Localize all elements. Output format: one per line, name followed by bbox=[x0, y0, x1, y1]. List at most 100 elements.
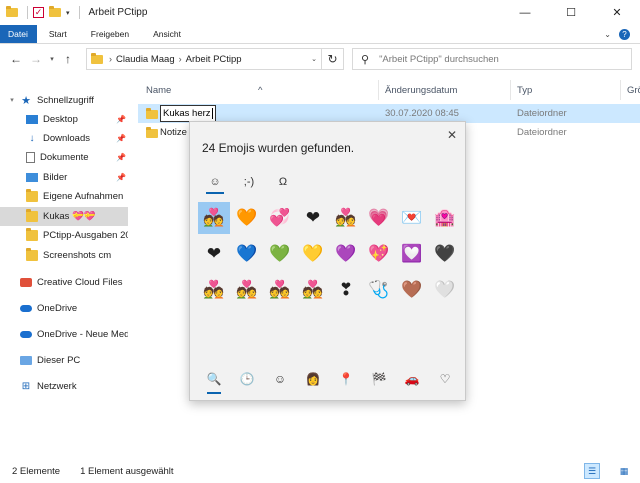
expand-arrow-icon[interactable]: ▾ bbox=[7, 96, 17, 104]
rename-input[interactable]: Kukas herz bbox=[160, 105, 216, 122]
emoji-cell[interactable]: 💑 bbox=[330, 202, 362, 234]
emoji-cell[interactable]: 💞 bbox=[264, 202, 296, 234]
sidebar-item-downloads[interactable]: ↓ Downloads bbox=[26, 129, 128, 148]
folder-icon bbox=[6, 6, 18, 17]
search-icon[interactable]: 🔍 bbox=[199, 364, 229, 394]
status-bar: 2 Elemente 1 Element ausgewählt ☰ ▦ bbox=[0, 459, 640, 483]
sidebar-item-label: Kukas 💝💝 bbox=[43, 211, 96, 222]
sidebar-item-netzwerk[interactable]: ⊞ Netzwerk bbox=[20, 377, 128, 396]
sidebar-item-label: Netzwerk bbox=[37, 381, 77, 392]
emoji-cell[interactable]: 🤎 bbox=[396, 274, 428, 306]
back-arrow-icon[interactable]: ← bbox=[6, 52, 26, 66]
navigation-pane: ▾ ★ Schnellzugriff Desktop 📌 ↓ Downloads… bbox=[0, 80, 128, 455]
emoji-cell[interactable]: 🏩 bbox=[429, 202, 461, 234]
emoji-cell[interactable]: 💑 bbox=[198, 202, 230, 234]
emoji-cell[interactable]: 💗 bbox=[363, 202, 395, 234]
column-header-date[interactable]: Änderungsdatum bbox=[385, 85, 457, 96]
sidebar-item-onedrive-neue-med[interactable]: OneDrive - Neue Med bbox=[20, 325, 128, 344]
emoji-cell[interactable]: 💑 bbox=[297, 274, 329, 306]
navigation-bar: ← → ▾ ↑ › Claudia Maag › Arbeit PCtipp ⌄… bbox=[0, 44, 640, 74]
tab-symbols[interactable]: Ω bbox=[266, 168, 300, 196]
emoji-cell[interactable]: 💖 bbox=[363, 238, 395, 270]
emoji-cell[interactable]: 💑 bbox=[231, 274, 263, 306]
breadcrumb-arbeit-pctipp[interactable]: Arbeit PCtipp bbox=[186, 54, 242, 65]
details-view-icon[interactable]: ☰ bbox=[584, 463, 600, 479]
emoji-cell[interactable]: 💑 bbox=[264, 274, 296, 306]
people-icon[interactable]: 👩 bbox=[298, 364, 328, 394]
customize-toolbar-icon[interactable]: ▾ bbox=[66, 9, 70, 17]
emoji-cell[interactable]: 💚 bbox=[264, 238, 296, 270]
emoji-cell[interactable]: ❣ bbox=[330, 274, 362, 306]
sidebar-item-eigene-aufnahmen[interactable]: Eigene Aufnahmen bbox=[26, 187, 128, 206]
emoji-cell[interactable]: ❤ bbox=[297, 202, 329, 234]
close-button[interactable]: ✕ bbox=[594, 0, 640, 25]
emoji-cell[interactable]: 🤍 bbox=[429, 274, 461, 306]
recent-icon[interactable]: 🕒 bbox=[232, 364, 262, 394]
sidebar-item-dieser-pc[interactable]: Dieser PC bbox=[20, 351, 128, 370]
help-icon[interactable]: ? bbox=[619, 28, 630, 40]
sidebar-item-kukas[interactable]: Kukas 💝💝 bbox=[0, 207, 128, 226]
column-divider[interactable] bbox=[378, 80, 379, 100]
column-header-size[interactable]: Grö bbox=[627, 85, 640, 96]
onedrive-icon bbox=[20, 331, 32, 338]
emoji-cell[interactable]: 💙 bbox=[231, 238, 263, 270]
large-icons-view-icon[interactable]: ▦ bbox=[616, 463, 632, 479]
minimize-button[interactable]: — bbox=[502, 0, 548, 25]
window-title: Arbeit PCtipp bbox=[88, 7, 148, 18]
tab-kaomoji[interactable]: ;-) bbox=[232, 168, 266, 196]
emoji-cell[interactable]: 🖤 bbox=[429, 238, 461, 270]
sidebar-item-label: Screenshots cm bbox=[43, 250, 112, 261]
place-icon[interactable]: 📍 bbox=[331, 364, 361, 394]
forward-arrow-icon[interactable]: → bbox=[26, 52, 46, 66]
flag-icon[interactable]: 🏁 bbox=[364, 364, 394, 394]
column-header-type[interactable]: Typ bbox=[517, 85, 532, 96]
sidebar-item-desktop[interactable]: Desktop bbox=[26, 110, 128, 129]
smiley-icon[interactable]: ☺ bbox=[265, 364, 295, 394]
sidebar-item-dokumente[interactable]: Dokumente bbox=[26, 148, 128, 167]
column-divider[interactable] bbox=[510, 80, 511, 100]
car-icon[interactable]: 🚗 bbox=[397, 364, 427, 394]
emoji-cell[interactable]: 💟 bbox=[396, 238, 428, 270]
tab-datei[interactable]: Datei bbox=[0, 25, 37, 43]
sidebar-item-bilder[interactable]: Bilder bbox=[26, 168, 128, 187]
search-input[interactable]: ⚲ "Arbeit PCtipp" durchsuchen bbox=[352, 48, 632, 70]
up-arrow-icon[interactable]: ↑ bbox=[58, 52, 78, 66]
sidebar-item-label: Schnellzugriff bbox=[37, 95, 94, 106]
refresh-button[interactable]: ↻ bbox=[322, 48, 344, 70]
breadcrumb-claudia-maag[interactable]: Claudia Maag bbox=[116, 54, 175, 65]
emoji-cell[interactable]: 💛 bbox=[297, 238, 329, 270]
heart-icon[interactable]: ♡ bbox=[430, 364, 460, 394]
properties-icon[interactable]: ✓ bbox=[33, 7, 44, 18]
sidebar-item-creative-cloud[interactable]: Creative Cloud Files bbox=[20, 273, 128, 292]
folder-icon bbox=[26, 189, 38, 202]
emoji-cell[interactable]: 🧡 bbox=[231, 202, 263, 234]
new-folder-icon[interactable] bbox=[49, 6, 61, 17]
emoji-cell[interactable]: 💜 bbox=[330, 238, 362, 270]
recent-locations-icon[interactable]: ▾ bbox=[46, 55, 58, 63]
expand-ribbon-icon[interactable]: ⌄ bbox=[604, 30, 611, 39]
folder-icon bbox=[146, 108, 158, 119]
sidebar-item-pctipp-ausgaben[interactable]: PCtipp-Ausgaben 20 bbox=[26, 226, 128, 245]
download-icon: ↓ bbox=[29, 133, 35, 144]
emoji-cell[interactable]: 💌 bbox=[396, 202, 428, 234]
address-dropdown-icon[interactable]: ⌄ bbox=[311, 55, 317, 63]
maximize-button[interactable]: ☐ bbox=[548, 0, 594, 25]
tab-freigeben[interactable]: Freigeben bbox=[79, 25, 141, 43]
sidebar-item-onedrive[interactable]: OneDrive bbox=[20, 299, 128, 318]
sidebar-item-schnellzugriff[interactable]: ★ Schnellzugriff bbox=[20, 91, 128, 110]
breadcrumb-separator[interactable]: › bbox=[109, 54, 112, 64]
sidebar-item-screenshots[interactable]: Screenshots cm bbox=[26, 246, 128, 265]
column-divider[interactable] bbox=[620, 80, 621, 100]
tab-ansicht[interactable]: Ansicht bbox=[141, 25, 193, 43]
emoji-cell[interactable]: ❤ bbox=[198, 238, 230, 270]
address-bar[interactable]: › Claudia Maag › Arbeit PCtipp ⌄ bbox=[86, 48, 322, 70]
column-header-name[interactable]: Name bbox=[146, 85, 171, 96]
emoji-cell[interactable]: 🩺 bbox=[363, 274, 395, 306]
emoji-cell[interactable]: 💑 bbox=[198, 274, 230, 306]
tab-emoji[interactable]: ☺ bbox=[198, 168, 232, 196]
pictures-icon bbox=[26, 173, 38, 182]
tab-start[interactable]: Start bbox=[37, 25, 79, 43]
breadcrumb-separator[interactable]: › bbox=[179, 54, 182, 64]
close-icon[interactable]: ✕ bbox=[447, 128, 457, 142]
creative-cloud-icon bbox=[20, 278, 32, 287]
